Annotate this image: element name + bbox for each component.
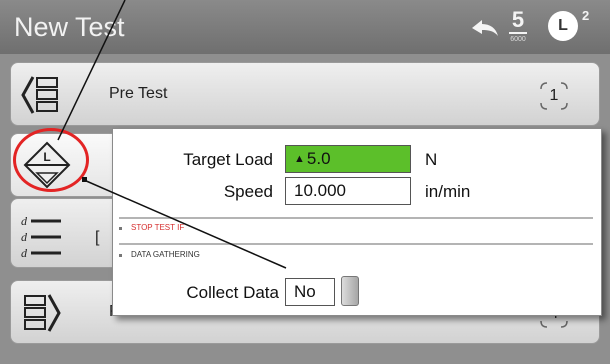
callout-lines bbox=[57, 0, 287, 269]
app-window: New Test 5 6000 L 2 Pre Test 1 L d d d [… bbox=[0, 0, 610, 364]
